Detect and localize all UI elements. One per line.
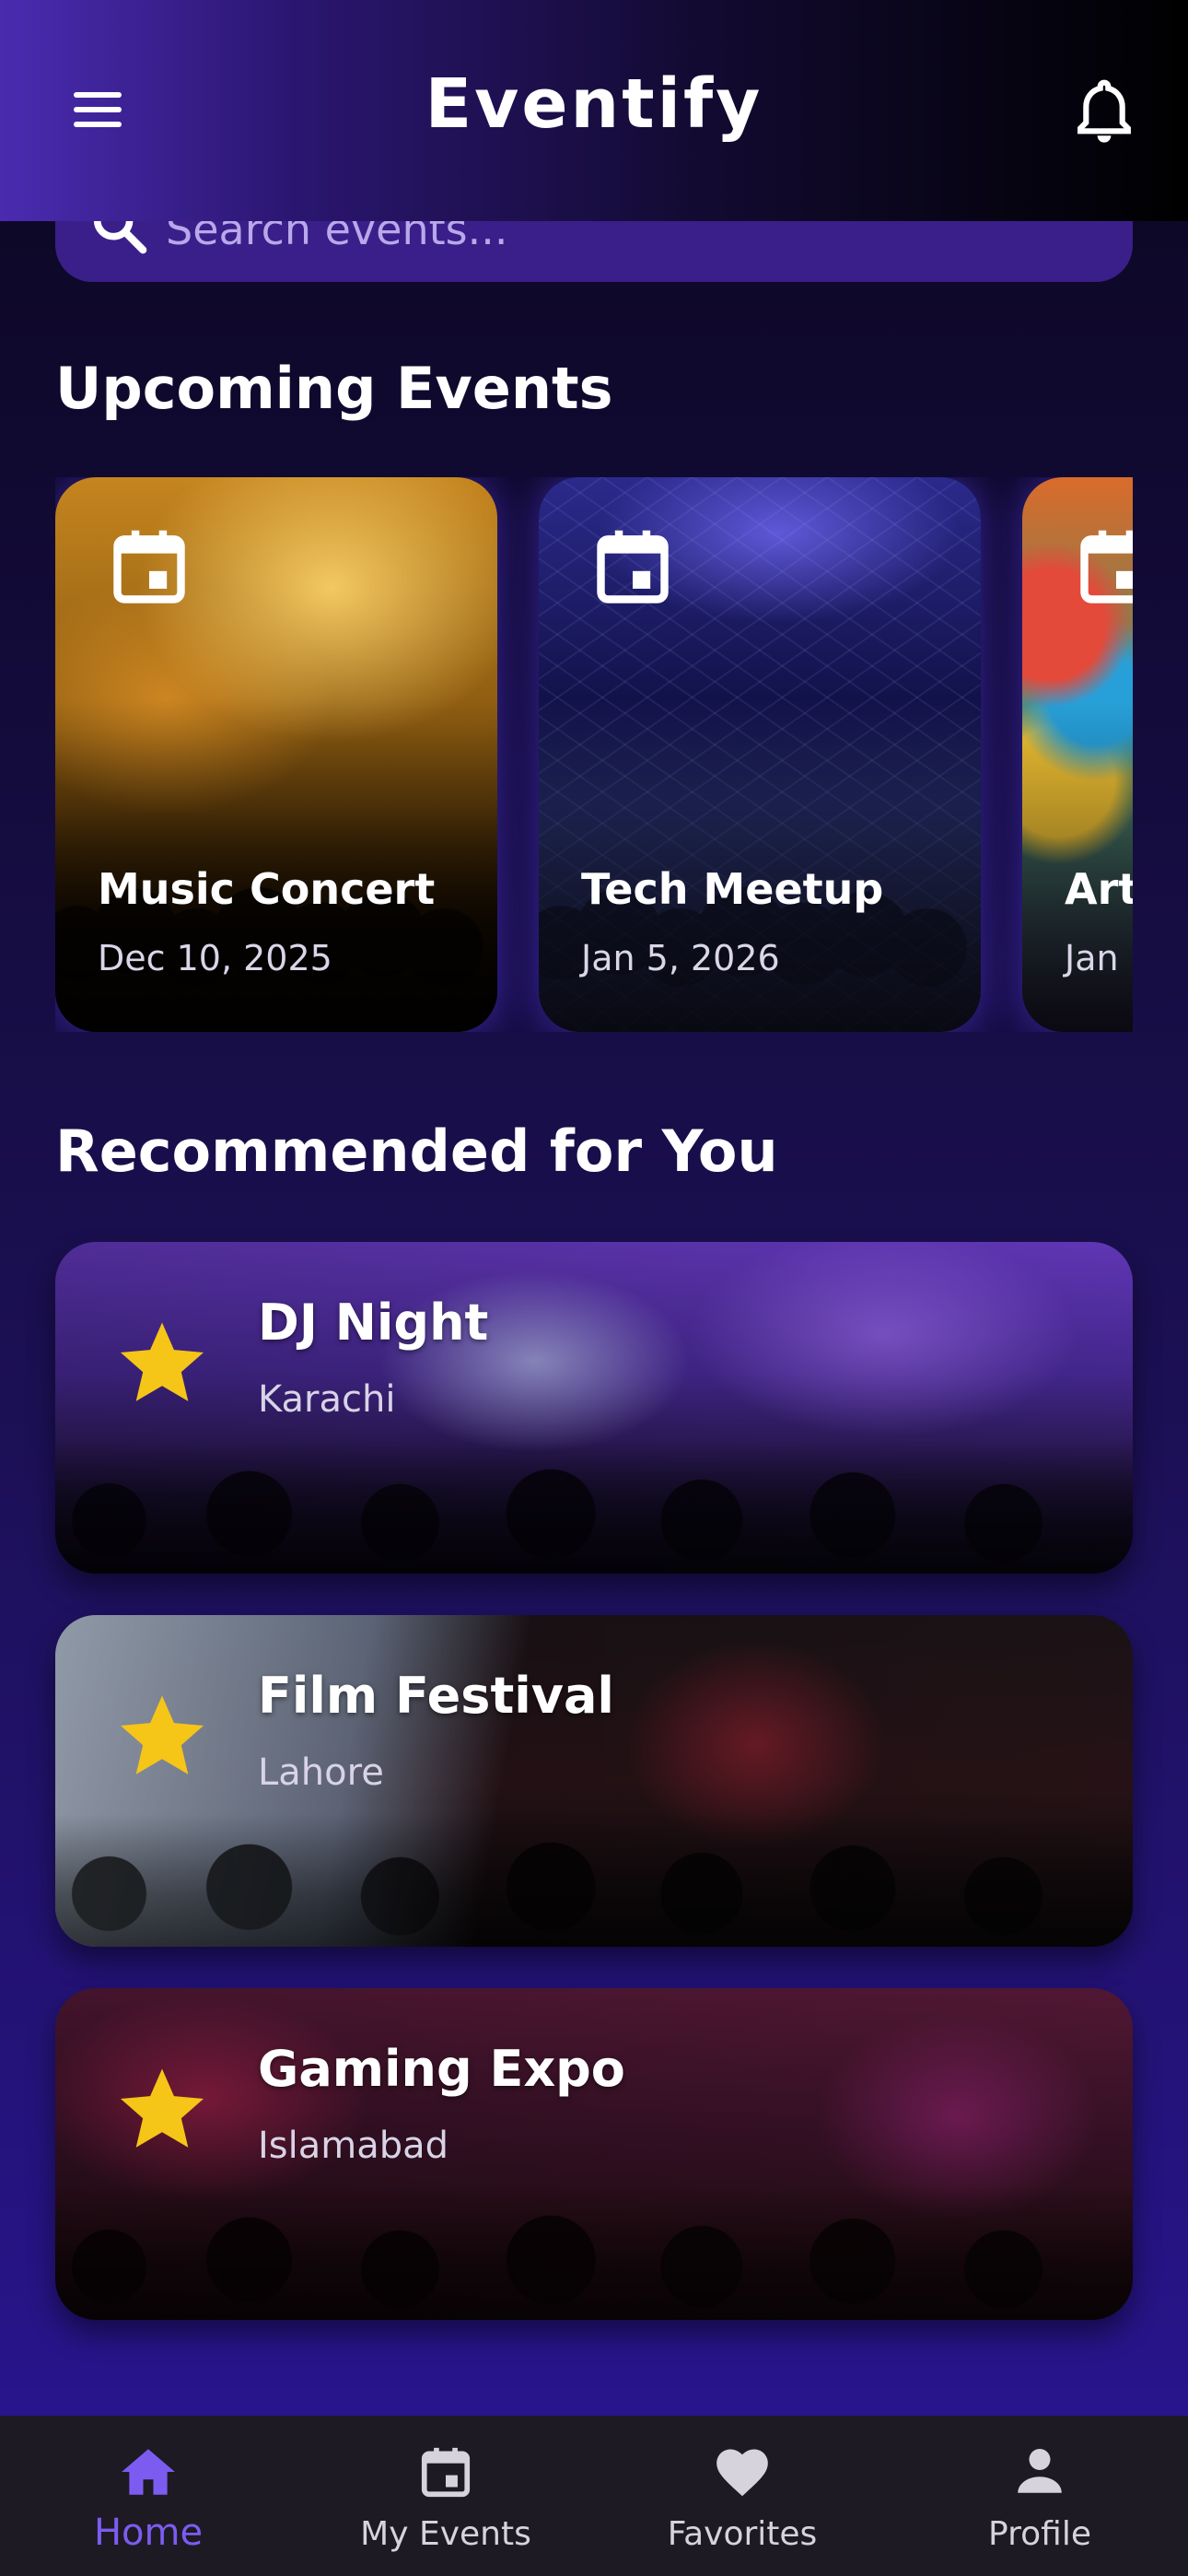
calendar-icon	[597, 530, 669, 603]
event-card-music-concert[interactable]: Music Concert Dec 10, 2025	[55, 477, 497, 1032]
heart-icon	[716, 2449, 768, 2497]
event-name: Film Festival	[258, 1667, 614, 1725]
event-name: Gaming Expo	[258, 2040, 625, 2098]
event-card-art[interactable]: Art Jan	[1022, 477, 1133, 1032]
app-header: Eventify	[0, 0, 1188, 221]
event-name: Art	[1065, 864, 1133, 914]
home-icon	[122, 2449, 175, 2495]
star-icon[interactable]	[114, 2062, 210, 2154]
nav-label: Home	[93, 2512, 204, 2554]
nav-item-profile[interactable]: Profile	[891, 2416, 1188, 2576]
event-location: Karachi	[258, 1378, 396, 1421]
upcoming-events-title: Upcoming Events	[55, 355, 613, 422]
nav-item-favorites[interactable]: Favorites	[594, 2416, 891, 2576]
event-card-tech-meetup[interactable]: Tech Meetup Jan 5, 2026	[539, 477, 981, 1032]
recommended-card-gaming-expo[interactable]: Gaming Expo Islamabad	[55, 1988, 1133, 2320]
event-date: Jan 5, 2026	[581, 938, 780, 978]
event-date: Jan	[1065, 938, 1119, 978]
recommended-title: Recommended for You	[55, 1118, 778, 1185]
upcoming-events-carousel[interactable]: Music Concert Dec 10, 2025 Tech Meetup J…	[55, 477, 1133, 1032]
person-icon	[1018, 2449, 1062, 2493]
nav-label: Favorites	[667, 2515, 818, 2553]
calendar-icon	[113, 530, 185, 603]
nav-label: My Events	[360, 2515, 531, 2553]
calendar-icon	[1080, 530, 1133, 603]
nav-label: Profile	[988, 2515, 1091, 2553]
calendar-icon	[421, 2447, 471, 2498]
star-icon[interactable]	[114, 1689, 210, 1781]
recommended-card-film-festival[interactable]: Film Festival Lahore	[55, 1615, 1133, 1947]
star-icon[interactable]	[114, 1316, 210, 1408]
app-title: Eventify	[425, 64, 763, 144]
nav-item-my-events[interactable]: My Events	[297, 2416, 594, 2576]
recommended-card-dj-night[interactable]: DJ Night Karachi	[55, 1242, 1133, 1574]
event-date: Dec 10, 2025	[98, 938, 332, 978]
event-name: Music Concert	[98, 864, 436, 914]
bottom-navigation: Home My Events Favorites Profile	[0, 2416, 1188, 2576]
nav-item-home[interactable]: Home	[0, 2416, 297, 2576]
event-location: Islamabad	[258, 2125, 449, 2167]
event-name: DJ Night	[258, 1294, 489, 1352]
event-location: Lahore	[258, 1751, 384, 1794]
event-name: Tech Meetup	[581, 864, 884, 914]
notification-bell-icon[interactable]	[1070, 76, 1138, 149]
